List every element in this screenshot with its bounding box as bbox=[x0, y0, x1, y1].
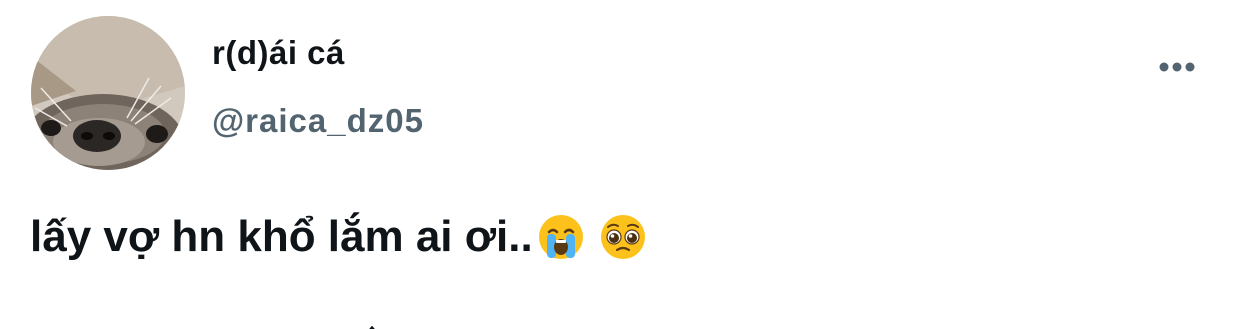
user-handle[interactable]: @raica_dz05 bbox=[212, 102, 424, 140]
avatar[interactable] bbox=[31, 16, 185, 170]
ellipsis-icon bbox=[1159, 62, 1195, 72]
otter-photo-avatar bbox=[31, 16, 185, 170]
pleading-face-emoji bbox=[599, 213, 647, 261]
display-name[interactable]: r(d)ái cá bbox=[212, 34, 345, 72]
more-options-button[interactable] bbox=[1156, 52, 1198, 82]
loudly-crying-face-emoji bbox=[537, 213, 585, 261]
cut-off-text-fragment bbox=[365, 321, 379, 329]
tweet-text: lấy vợ hn khổ lắm ai ơi.. bbox=[30, 212, 647, 262]
tweet-text-content: lấy vợ hn khổ lắm ai ơi.. bbox=[30, 212, 533, 261]
tweet-card: r(d)ái cá @raica_dz05 lấy vợ hn khổ lắm … bbox=[0, 0, 1242, 329]
